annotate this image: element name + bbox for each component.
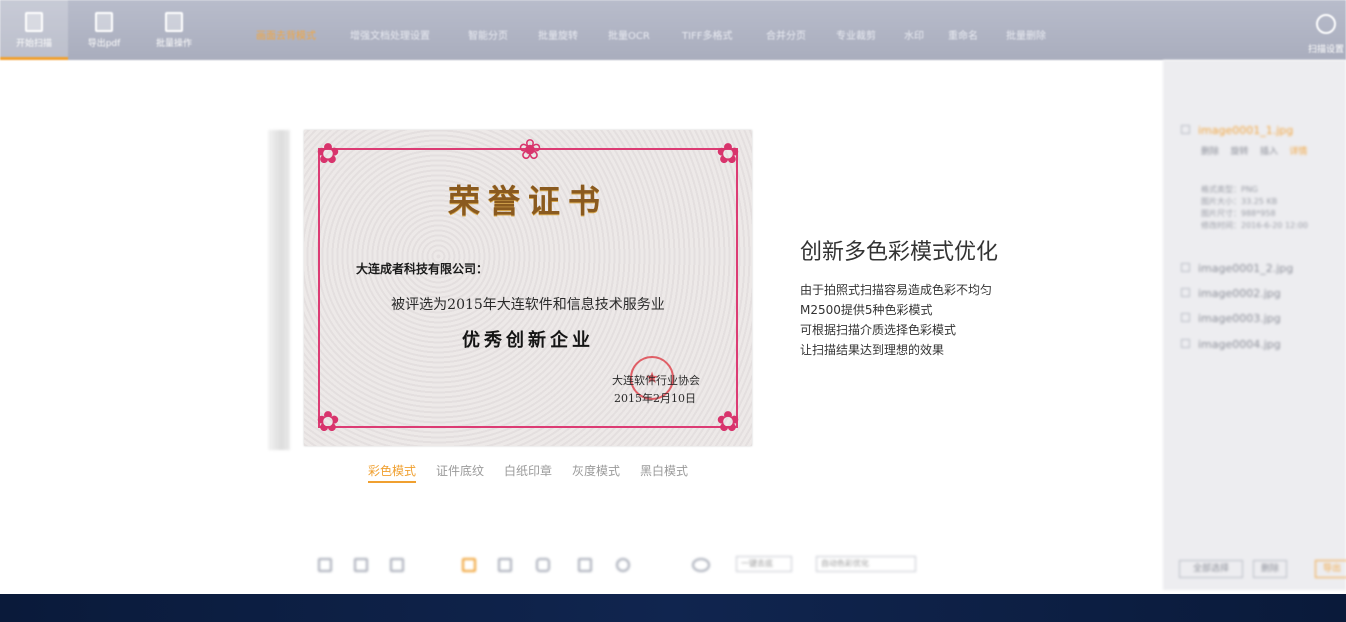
detail-action[interactable]: 详情 xyxy=(1289,147,1307,157)
tab-white-paper-stamp[interactable]: 白纸印章 xyxy=(504,462,552,479)
file-meta: 修改时间：2016-6-20 12:00 xyxy=(1201,221,1308,230)
certificate-image: ✿ ✿ ✿ ✿ ❀ 荣誉证书 大连成者科技有限公司： 被评选为2015年大连软件… xyxy=(304,130,752,446)
file-name: image0004.jpg xyxy=(1198,338,1281,351)
tool-start-scan[interactable]: 开始扫描 xyxy=(0,0,68,60)
tool-export-pdf[interactable]: 导出pdf xyxy=(70,0,138,60)
checkbox[interactable] xyxy=(1181,313,1190,322)
file-name: image0001_1.jpg xyxy=(1198,124,1294,137)
certificate-award: 优秀创新企业 xyxy=(462,330,594,351)
file-actions: 删除 旋转 插入 详情 xyxy=(1201,144,1307,157)
taskbar xyxy=(0,594,1346,622)
menu-item[interactable]: 批量旋转 xyxy=(538,27,578,42)
file-item-active[interactable]: image0001_1.jpg xyxy=(1181,124,1293,137)
file-name: image0001_2.jpg xyxy=(1198,262,1294,275)
certificate-title: 荣誉证书 xyxy=(447,182,608,220)
batch-icon xyxy=(165,12,183,32)
tool-label: 导出pdf xyxy=(87,39,121,49)
menu-item[interactable]: TIFF多格式 xyxy=(682,27,733,42)
split-page-icon[interactable] xyxy=(354,558,368,572)
certificate-company: 大连成者科技有限公司： xyxy=(356,262,489,276)
rotate-action[interactable]: 旋转 xyxy=(1230,147,1248,157)
crop-frame-icon[interactable] xyxy=(462,558,476,572)
tool-label: 开始扫描 xyxy=(15,39,52,49)
tab-color-mode[interactable]: 彩色模式 xyxy=(368,462,417,483)
pdf-icon xyxy=(95,12,113,32)
single-page-icon[interactable] xyxy=(318,558,332,572)
feature-line: 由于拍照式扫描容易造成色彩不均匀 xyxy=(800,283,993,297)
settings-label: 扫描设置 xyxy=(1307,45,1344,55)
tab-grayscale[interactable]: 灰度模式 xyxy=(572,462,620,479)
menu-item[interactable]: 重命名 xyxy=(948,27,978,42)
certificate-line: 被评选为2015年大连软件和信息技术服务业 xyxy=(391,297,665,313)
checkbox[interactable] xyxy=(1181,263,1190,272)
feature-line: 可根据扫描介质选择色彩模式 xyxy=(800,323,957,337)
file-name: image0003.jpg xyxy=(1198,312,1281,325)
scan-icon xyxy=(25,12,43,32)
menu-item[interactable]: 水印 xyxy=(904,27,924,42)
delete-action[interactable]: 删除 xyxy=(1201,147,1219,157)
export-button[interactable]: 导出 xyxy=(1315,560,1346,578)
insert-action[interactable]: 插入 xyxy=(1260,147,1278,157)
feature-description: 由于拍照式扫描容易造成色彩不均匀 M2500提供5种色彩模式 可根据扫描介质选择… xyxy=(800,280,992,360)
menu-item[interactable]: 增强文档处理设置 xyxy=(350,27,430,42)
rotate-icon[interactable] xyxy=(616,558,630,572)
file-name: image0002.jpg xyxy=(1198,287,1281,300)
app-window: 开始扫描 导出pdf 批量操作 画面去背模式 增强文档处理设置 智能分页 批量旋… xyxy=(0,0,1346,622)
menu-item[interactable]: 专业裁剪 xyxy=(836,27,876,42)
file-meta: 图片尺寸：988*958 xyxy=(1201,209,1276,218)
menu-item[interactable]: 批量OCR xyxy=(608,27,650,42)
file-meta: 格式类型：PNG xyxy=(1201,185,1259,194)
tool-label: 批量操作 xyxy=(155,39,192,49)
file-meta: 图片大小：33.25 KB xyxy=(1201,197,1278,206)
flourish-icon: ❀ xyxy=(518,133,542,166)
file-item[interactable]: image0002.jpg xyxy=(1181,287,1281,300)
scan-edge xyxy=(268,130,290,450)
delete-button[interactable]: 删除 xyxy=(1253,560,1287,578)
checkbox[interactable] xyxy=(1181,288,1190,297)
checkbox[interactable] xyxy=(1181,339,1190,348)
pointer-icon[interactable] xyxy=(284,558,298,572)
top-toolbar: 开始扫描 导出pdf 批量操作 画面去背模式 增强文档处理设置 智能分页 批量旋… xyxy=(0,0,1346,60)
crop-icon[interactable] xyxy=(498,558,512,572)
certificate-date: 2015年2月10日 xyxy=(614,392,696,405)
tool-batch[interactable]: 批量操作 xyxy=(140,0,208,60)
eye-icon[interactable] xyxy=(692,558,710,572)
menu-item[interactable]: 合并分页 xyxy=(766,27,806,42)
feature-line: 让扫描结果达到理想的效果 xyxy=(800,343,945,357)
bottom-toolbar: 一键去底 自动色彩优化 xyxy=(280,552,930,578)
tab-black-white[interactable]: 黑白模式 xyxy=(640,462,688,479)
menu-item[interactable]: 智能分页 xyxy=(468,27,508,42)
color-optimize-select[interactable]: 自动色彩优化 xyxy=(816,556,916,572)
certificate-issuer: 大连软件行业协会 xyxy=(612,374,700,387)
file-item[interactable]: image0003.jpg xyxy=(1181,312,1281,325)
feature-line: M2500提供5种色彩模式 xyxy=(800,303,933,317)
feature-title: 创新多色彩模式优化 xyxy=(800,240,999,265)
checkbox[interactable] xyxy=(1181,125,1190,134)
flourish-icon: ✿ xyxy=(716,137,740,170)
double-page-icon[interactable] xyxy=(390,558,404,572)
flourish-icon: ✿ xyxy=(716,405,740,438)
menu-item[interactable]: 批量删除 xyxy=(1006,27,1046,42)
remove-bg-select[interactable]: 一键去底 xyxy=(736,556,792,572)
gear-icon[interactable] xyxy=(1316,14,1336,34)
image-adjust-icon[interactable] xyxy=(578,558,592,572)
select-all-button[interactable]: 全部选择 xyxy=(1179,560,1243,578)
file-item[interactable]: image0004.jpg xyxy=(1181,338,1281,351)
file-item[interactable]: image0001_2.jpg xyxy=(1181,262,1293,275)
tab-id-texture[interactable]: 证件底纹 xyxy=(436,462,484,479)
rect-icon[interactable] xyxy=(536,558,550,572)
scan-preview: ✿ ✿ ✿ ✿ ❀ 荣誉证书 大连成者科技有限公司： 被评选为2015年大连软件… xyxy=(268,120,768,460)
flourish-icon: ✿ xyxy=(316,405,340,438)
flourish-icon: ✿ xyxy=(316,137,340,170)
menu-item[interactable]: 画面去背模式 xyxy=(256,27,316,42)
file-panel: image0001_1.jpg 删除 旋转 插入 详情 格式类型：PNG 图片大… xyxy=(1163,60,1346,590)
